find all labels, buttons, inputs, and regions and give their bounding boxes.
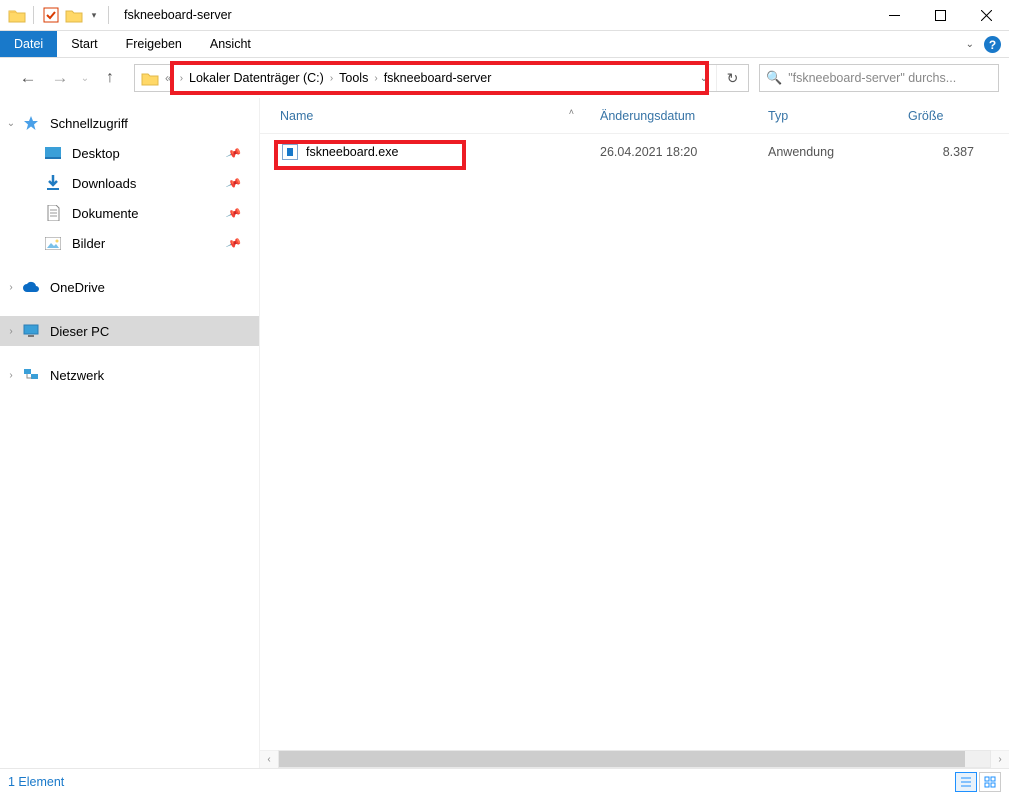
pin-icon: 📌 xyxy=(225,205,242,222)
search-input[interactable]: 🔍 "fskneeboard-server" durchs... xyxy=(759,64,999,92)
qat-newfolder-icon[interactable] xyxy=(65,8,83,23)
col-type[interactable]: Typ xyxy=(768,109,908,123)
window-title: fskneeboard-server xyxy=(124,8,232,22)
col-date[interactable]: Änderungsdatum xyxy=(600,109,768,123)
qat-dropdown-icon[interactable]: ▾ xyxy=(87,5,101,25)
tab-view[interactable]: Ansicht xyxy=(196,31,265,57)
download-icon xyxy=(44,175,62,191)
file-name: fskneeboard.exe xyxy=(306,145,398,159)
chevron-right-icon[interactable]: › xyxy=(4,326,18,337)
document-icon xyxy=(44,205,62,221)
chevron-right-icon[interactable]: › xyxy=(324,73,339,84)
list-item[interactable]: fskneeboard.exe 26.04.2021 18:20 Anwendu… xyxy=(260,140,1009,164)
help-icon[interactable]: ? xyxy=(984,36,1001,53)
view-thumbnails-button[interactable] xyxy=(979,772,1001,792)
chevron-down-icon[interactable]: ⌄ xyxy=(4,118,18,129)
back-button[interactable]: ← xyxy=(14,64,42,92)
scroll-thumb[interactable] xyxy=(279,751,965,767)
refresh-button[interactable]: ↻ xyxy=(716,65,748,91)
pin-icon: 📌 xyxy=(225,175,242,192)
history-dropdown-icon[interactable]: ⌄ xyxy=(78,73,92,84)
content-view: Name ˄ Änderungsdatum Typ Größe fskneebo… xyxy=(260,98,1009,768)
star-icon xyxy=(22,115,40,131)
file-size: 8.387 xyxy=(908,145,986,159)
file-list[interactable]: fskneeboard.exe 26.04.2021 18:20 Anwendu… xyxy=(260,134,1009,750)
sidebar-downloads[interactable]: Downloads 📌 xyxy=(0,168,259,198)
file-type: Anwendung xyxy=(768,145,908,159)
col-name[interactable]: Name ˄ xyxy=(260,109,600,123)
addr-folder-icon xyxy=(141,71,159,86)
search-icon: 🔍 xyxy=(766,70,782,86)
pin-icon: 📌 xyxy=(225,235,242,252)
sidebar-pictures[interactable]: Bilder 📌 xyxy=(0,228,259,258)
breadcrumb-segment[interactable]: Lokaler Datenträger (C:) xyxy=(189,71,324,85)
col-label: Name xyxy=(280,109,313,123)
column-headers[interactable]: Name ˄ Änderungsdatum Typ Größe xyxy=(260,98,1009,134)
breadcrumb-segment[interactable]: Tools xyxy=(339,71,368,85)
forward-button: → xyxy=(46,64,74,92)
horizontal-scrollbar[interactable]: ‹ › xyxy=(260,750,1009,768)
sidebar-label: OneDrive xyxy=(50,280,105,295)
sidebar-label: Desktop xyxy=(72,146,120,161)
desktop-icon xyxy=(44,147,62,159)
tab-share[interactable]: Freigeben xyxy=(112,31,196,57)
chevron-right-icon[interactable]: › xyxy=(174,73,189,84)
ribbon: Datei Start Freigeben Ansicht ⌄ ? xyxy=(0,31,1009,58)
maximize-button[interactable] xyxy=(917,0,963,31)
address-row: ← → ⌄ ↑ « › Lokaler Datenträger (C:) › T… xyxy=(0,58,1009,98)
close-button[interactable] xyxy=(963,0,1009,31)
pc-icon xyxy=(22,324,40,338)
qat-properties-icon[interactable] xyxy=(41,5,61,25)
network-icon xyxy=(22,368,40,382)
sidebar-label: Downloads xyxy=(72,176,136,191)
file-date: 26.04.2021 18:20 xyxy=(600,145,768,159)
sidebar-documents[interactable]: Dokumente 📌 xyxy=(0,198,259,228)
pin-icon: 📌 xyxy=(225,145,242,162)
minimize-button[interactable] xyxy=(871,0,917,31)
sidebar-label: Netzwerk xyxy=(50,368,104,383)
status-count: 1 Element xyxy=(8,775,64,789)
sidebar: ⌄ Schnellzugriff Desktop 📌 Downloads 📌 D… xyxy=(0,98,260,768)
sidebar-quickaccess[interactable]: ⌄ Schnellzugriff xyxy=(0,108,259,138)
chevron-right-icon[interactable]: › xyxy=(368,73,383,84)
sidebar-label: Bilder xyxy=(72,236,105,251)
title-bar: ▾ fskneeboard-server xyxy=(0,0,1009,31)
chevron-right-icon[interactable]: › xyxy=(4,370,18,381)
address-bar[interactable]: « › Lokaler Datenträger (C:) › Tools › f… xyxy=(134,64,749,92)
sidebar-network[interactable]: › Netzwerk xyxy=(0,360,259,390)
col-size[interactable]: Größe xyxy=(908,109,986,123)
exe-icon xyxy=(282,144,298,160)
addr-overflow-icon[interactable]: « xyxy=(165,71,174,85)
search-placeholder: "fskneeboard-server" durchs... xyxy=(788,71,956,85)
sidebar-label: Dieser PC xyxy=(50,324,109,339)
tab-start[interactable]: Start xyxy=(57,31,111,57)
sidebar-label: Schnellzugriff xyxy=(50,116,128,131)
addr-dropdown-icon[interactable]: ⌄ xyxy=(692,73,716,84)
breadcrumb-segment[interactable]: fskneeboard-server xyxy=(384,71,492,85)
folder-icon xyxy=(8,8,26,23)
sidebar-label: Dokumente xyxy=(72,206,138,221)
view-details-button[interactable] xyxy=(955,772,977,792)
scroll-right-icon[interactable]: › xyxy=(991,750,1009,768)
sidebar-onedrive[interactable]: › OneDrive xyxy=(0,272,259,302)
status-bar: 1 Element xyxy=(0,768,1009,795)
sidebar-thispc[interactable]: › Dieser PC xyxy=(0,316,259,346)
ribbon-expand-icon[interactable]: ⌄ xyxy=(966,39,974,50)
scroll-left-icon[interactable]: ‹ xyxy=(260,750,278,768)
sort-asc-icon: ˄ xyxy=(569,107,574,117)
tab-file[interactable]: Datei xyxy=(0,31,57,57)
chevron-right-icon[interactable]: › xyxy=(4,282,18,293)
up-button[interactable]: ↑ xyxy=(96,64,124,92)
picture-icon xyxy=(44,237,62,250)
cloud-icon xyxy=(22,281,40,293)
sidebar-desktop[interactable]: Desktop 📌 xyxy=(0,138,259,168)
